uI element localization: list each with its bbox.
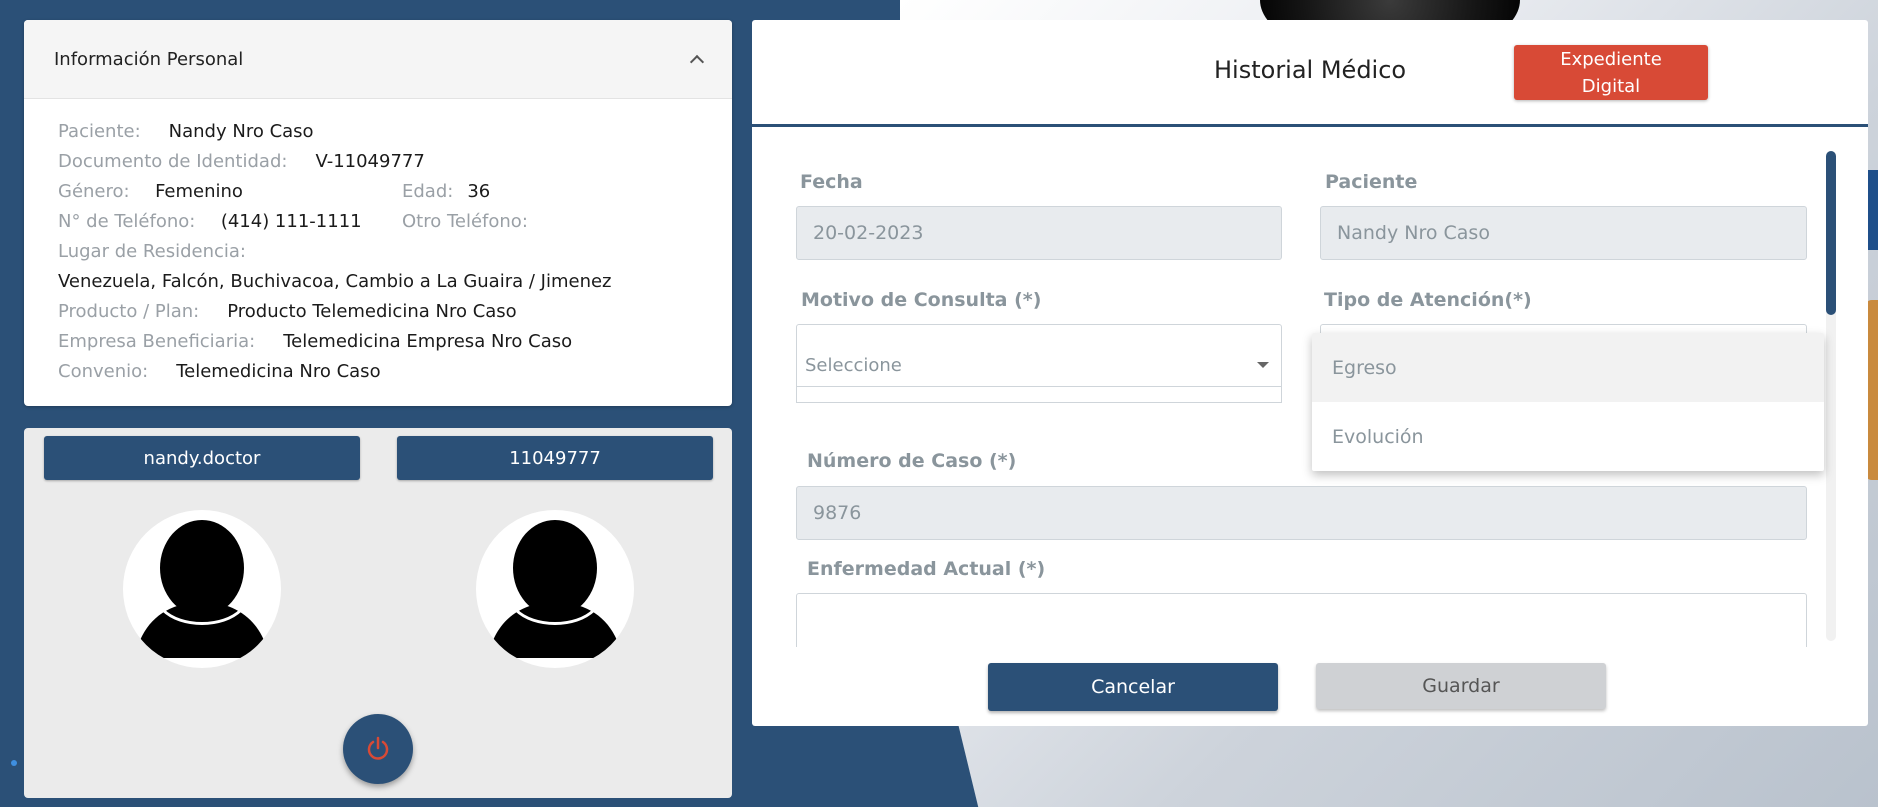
personal-info-body: Paciente: Nandy Nro Caso Documento de Id… [24, 99, 732, 387]
end-call-button[interactable] [343, 714, 413, 784]
phone-label: N° de Teléfono: [58, 211, 196, 232]
motivo-select-underline [796, 387, 1282, 403]
doctor-avatar [123, 510, 281, 668]
cancel-button[interactable]: Cancelar [988, 663, 1278, 711]
fecha-field[interactable]: 20-02-2023 [796, 206, 1282, 260]
user-silhouette-icon [488, 520, 622, 658]
residence-label: Lugar de Residencia: [58, 241, 246, 262]
phone-value: (414) 111-1111 [220, 211, 362, 232]
form-scrollbar[interactable] [1826, 151, 1836, 641]
paciente-value: Nandy Nro Caso [1337, 222, 1490, 244]
paciente-label: Paciente [1325, 171, 1418, 193]
fecha-value: 20-02-2023 [813, 222, 924, 244]
plan-value: Producto Telemedicina Nro Caso [227, 301, 517, 322]
info-row-phones: N° de Teléfono: (414) 111-1111 Otro Telé… [58, 207, 698, 237]
chevron-up-icon[interactable] [690, 53, 702, 65]
tipo-label: Tipo de Atención(*) [1324, 289, 1532, 311]
motivo-select[interactable]: Seleccione [796, 324, 1282, 387]
chevron-down-icon [1257, 362, 1269, 368]
user-silhouette-icon [135, 520, 269, 658]
age-label: Edad: [402, 181, 454, 202]
patient-avatar [476, 510, 634, 668]
dropdown-option-egreso[interactable]: Egreso [1312, 333, 1824, 402]
company-value: Telemedicina Empresa Nro Caso [283, 331, 573, 352]
age-value: 36 [467, 181, 491, 202]
medical-history-header: Historial Médico Expediente Digital [752, 20, 1868, 127]
agreement-value: Telemedicina Nro Caso [176, 361, 381, 382]
save-button[interactable]: Guardar [1316, 663, 1606, 709]
caso-label: Número de Caso (*) [807, 450, 1017, 472]
scrollbar-thumb[interactable] [1826, 151, 1836, 315]
patient-id-button[interactable]: 11049777 [397, 436, 713, 480]
dropdown-option-evolucion[interactable]: Evolución [1312, 402, 1824, 471]
motivo-label: Motivo de Consulta (*) [801, 289, 1042, 311]
patient-label: Paciente: [58, 121, 141, 142]
personal-info-title: Información Personal [54, 48, 244, 70]
residence-value: Venezuela, Falcón, Buchivacoa, Cambio a … [58, 271, 612, 292]
document-value: V-11049777 [315, 151, 425, 172]
enfermedad-label: Enfermedad Actual (*) [807, 558, 1046, 580]
digital-record-button[interactable]: Expediente Digital [1514, 45, 1708, 100]
tipo-dropdown-menu: Egreso Evolución [1312, 333, 1824, 471]
agreement-label: Convenio: [58, 361, 149, 382]
other-phone-label: Otro Teléfono: [402, 211, 528, 232]
caso-value: 9876 [813, 502, 862, 524]
info-row-patient: Paciente: Nandy Nro Caso [58, 117, 698, 147]
info-row-document: Documento de Identidad: V-11049777 [58, 147, 698, 177]
info-row-plan: Producto / Plan: Producto Telemedicina N… [58, 297, 698, 327]
personal-info-header[interactable]: Información Personal [24, 20, 732, 99]
medical-history-title: Historial Médico [1214, 56, 1407, 84]
gender-value: Femenino [155, 181, 243, 202]
info-row-residence-value: Venezuela, Falcón, Buchivacoa, Cambio a … [58, 267, 698, 297]
fecha-label: Fecha [800, 171, 863, 193]
gender-label: Género: [58, 181, 130, 202]
plan-label: Producto / Plan: [58, 301, 200, 322]
info-row-agreement: Convenio: Telemedicina Nro Caso [58, 357, 698, 387]
doctor-name-button[interactable]: nandy.doctor [44, 436, 360, 480]
info-row-gender-age: Género: Femenino Edad: 36 [58, 177, 698, 207]
personal-info-card: Información Personal Paciente: Nandy Nro… [24, 20, 732, 406]
paciente-field[interactable]: Nandy Nro Caso [1320, 206, 1807, 260]
motivo-placeholder: Seleccione [805, 355, 902, 376]
digital-record-label: Expediente Digital [1560, 48, 1662, 97]
caso-field[interactable]: 9876 [796, 486, 1807, 540]
status-dot [11, 760, 17, 766]
enfermedad-textarea[interactable] [796, 593, 1807, 647]
power-icon [367, 736, 389, 760]
video-call-panel: nandy.doctor 11049777 [24, 428, 732, 798]
info-row-company: Empresa Beneficiaria: Telemedicina Empre… [58, 327, 698, 357]
document-label: Documento de Identidad: [58, 151, 288, 172]
info-row-residence-label: Lugar de Residencia: [58, 237, 698, 267]
patient-value: Nandy Nro Caso [168, 121, 314, 142]
company-label: Empresa Beneficiaria: [58, 331, 256, 352]
